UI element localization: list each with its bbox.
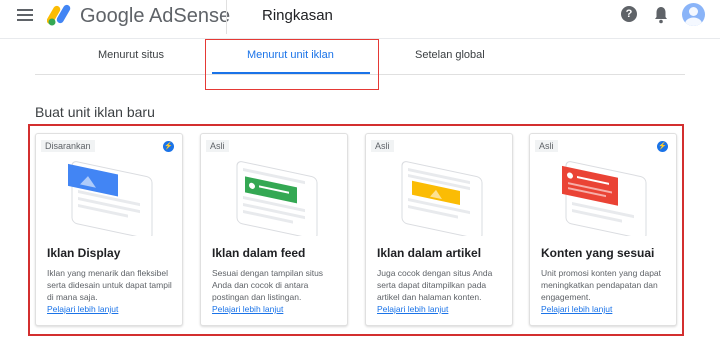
native-badge: Asli [371,140,394,152]
native-badge: Asli [535,140,558,152]
card-title: Iklan dalam artikel [377,246,482,260]
section-title: Buat unit iklan baru [35,104,155,120]
card-description: Iklan yang menarik dan fleksibel serta d… [47,268,172,314]
header-divider [226,0,227,34]
card-in-feed-ads[interactable]: Asli Iklan dalam feed Sesuai dengan tamp… [200,133,348,326]
brand-name: Google AdSense [80,5,231,27]
bolt-icon: ⚡ [163,141,174,152]
in-feed-ad-illustration [236,161,318,236]
learn-more-link[interactable]: Pelajari lebih lanjut [377,304,448,314]
card-matched-content[interactable]: Asli ⚡ Konten yang sesuai Unit promosi k… [529,133,677,326]
learn-more-link[interactable]: Pelajari lebih lanjut [212,304,283,314]
in-article-ad-illustration [401,161,483,236]
card-description: Sesuai dengan tampilan situs Anda dan co… [212,268,324,314]
card-title: Iklan Display [47,246,121,260]
bolt-icon: ⚡ [657,141,668,152]
card-display-ads[interactable]: Disarankan ⚡ Iklan Display Iklan yang me… [35,133,183,326]
learn-more-link[interactable]: Pelajari lebih lanjut [541,304,612,314]
hamburger-menu-icon[interactable] [17,9,33,21]
avatar[interactable] [682,3,705,26]
tab-by-site[interactable]: Menurut situs [98,49,164,61]
top-app-bar: Google AdSense Ringkasan ? [0,0,720,34]
card-description: Juga cocok dengan situs Anda serta dapat… [377,268,493,314]
help-icon[interactable]: ? [621,6,637,22]
page-title: Ringkasan [262,7,333,24]
display-ad-illustration [68,161,153,236]
card-title: Iklan dalam feed [212,246,306,260]
native-badge: Asli [206,140,229,152]
card-title: Konten yang sesuai [541,246,655,260]
tab-global-settings[interactable]: Setelan global [415,49,485,61]
recommended-badge: Disarankan [41,140,95,152]
card-in-article-ads[interactable]: Asli Iklan dalam artikel Juga cocok deng… [365,133,513,326]
learn-more-link[interactable]: Pelajari lebih lanjut [47,304,118,314]
adsense-logo-icon [47,4,71,26]
card-description: Unit promosi konten yang dapat meningkat… [541,268,662,314]
bell-icon[interactable] [653,6,669,24]
matched-content-illustration [562,161,647,236]
highlight-box-tab [205,39,379,90]
